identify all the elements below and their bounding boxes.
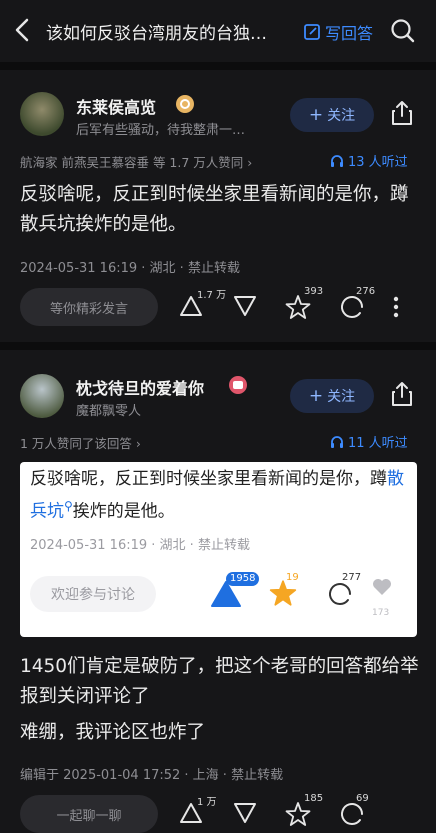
- favorite-count: 393: [304, 286, 324, 297]
- downvote-icon: [234, 296, 256, 316]
- follow-button[interactable]: + 关注: [290, 98, 374, 132]
- answer-card-1: 东莱侯高览 后军有些骚动，待我整肃一… + 关注 航海家 前燕吴王慕容垂 等 1.…: [0, 70, 436, 342]
- downvote-icon: [234, 803, 256, 823]
- comment-input[interactable]: 一起聊一聊: [20, 795, 158, 833]
- quoted-comment-icon: [326, 580, 354, 608]
- comment-button[interactable]: [338, 800, 366, 828]
- search-icon[interactable]: [390, 18, 416, 44]
- follow-label: 关注: [327, 389, 356, 405]
- comment-button[interactable]: [338, 293, 366, 321]
- avatar[interactable]: [20, 374, 64, 418]
- endorsement-text[interactable]: 1 万人赞同了该回答 ›: [20, 433, 141, 452]
- search-link-icon: ⚲: [64, 499, 73, 513]
- answer-text[interactable]: 反驳啥呢，反正到时候坐家里看新闻的是你，蹲散兵坑挨炸的是他。: [20, 180, 420, 240]
- quoted-star-count: 19: [286, 572, 299, 583]
- quoted-screenshot[interactable]: 反驳啥呢，反正到时候坐家里看新闻的是你，蹲散兵坑⚲挨炸的是他。 2024-05-…: [20, 462, 417, 637]
- comment-count: 69: [356, 793, 369, 804]
- author-bio: 后军有些骚动，待我整肃一…: [76, 123, 246, 138]
- headphones-icon: [331, 435, 343, 448]
- divider: [0, 62, 436, 70]
- quoted-upvote-count: 1958: [226, 572, 260, 586]
- headphones-icon: [331, 154, 343, 167]
- quoted-text-part2: 挨炸的是他。: [72, 501, 175, 522]
- follow-button[interactable]: + 关注: [290, 379, 374, 413]
- star-icon: [285, 295, 311, 319]
- comment-icon: [341, 296, 363, 318]
- share-icon[interactable]: [391, 100, 413, 126]
- quoted-comment-count: 277: [342, 572, 362, 583]
- quoted-meta: 2024-05-31 16:19 · 湖北 · 禁止转载: [30, 538, 250, 553]
- listen-info[interactable]: 11 人听过: [330, 432, 408, 451]
- write-answer-button[interactable]: 写回答: [303, 20, 373, 44]
- avatar[interactable]: [20, 92, 64, 136]
- downvote-button[interactable]: [232, 800, 258, 826]
- edit-icon: [304, 24, 320, 40]
- downvote-button[interactable]: [232, 293, 258, 319]
- follow-label: 关注: [327, 108, 356, 124]
- listeners-count: 11 人听过: [348, 436, 408, 451]
- answer-meta: 编辑于 2025-01-04 17:52 · 上海 · 禁止转载: [20, 768, 284, 783]
- answer-meta: 2024-05-31 16:19 · 湖北 · 禁止转载: [20, 261, 240, 276]
- answer-text-2[interactable]: 难绷，我评论区也炸了: [20, 718, 420, 748]
- back-arrow-icon[interactable]: [14, 18, 30, 42]
- question-title[interactable]: 该如何反驳台湾朋友的台独…: [46, 19, 267, 44]
- write-answer-label: 写回答: [325, 24, 374, 43]
- divider: [0, 342, 436, 350]
- share-icon[interactable]: [391, 381, 413, 407]
- star-icon: [285, 802, 311, 826]
- upvote-count: 1.7 万: [197, 290, 227, 301]
- listen-info[interactable]: 13 人听过: [330, 151, 408, 170]
- discuss-input: 欢迎参与讨论: [30, 576, 156, 612]
- quoted-text: 反驳啥呢，反正到时候坐家里看新闻的是你，蹲散兵坑⚲挨炸的是他。: [30, 466, 410, 526]
- comment-input[interactable]: 等你精彩发言: [20, 288, 158, 326]
- favorite-count: 185: [304, 793, 324, 804]
- top-bar: 该如何反驳台湾朋友的台独… 写回答: [0, 0, 436, 62]
- quoted-text-part1: 反驳啥呢，反正到时候坐家里看新闻的是你，蹲: [30, 469, 387, 489]
- more-options-icon[interactable]: [393, 296, 399, 318]
- badge-icon: [229, 376, 247, 394]
- author-name[interactable]: 枕戈待旦的爱着你: [76, 375, 204, 399]
- quoted-like-icon: [372, 578, 392, 596]
- badge-icon: [176, 95, 194, 113]
- comment-count: 276: [356, 286, 376, 297]
- author-bio: 魔都飘零人: [76, 404, 142, 419]
- author-name[interactable]: 东莱侯高览: [76, 94, 156, 118]
- favorite-button[interactable]: [284, 293, 312, 321]
- comment-icon: [341, 803, 363, 825]
- answer-text[interactable]: 1450们肯定是破防了，把这个老哥的回答都给举报到关闭评论了: [20, 652, 420, 712]
- quoted-like-count: 173: [372, 608, 390, 618]
- favorite-button[interactable]: [284, 800, 312, 828]
- listeners-count: 13 人听过: [348, 155, 408, 170]
- endorsement-text[interactable]: 航海家 前燕吴王慕容垂 等 1.7 万人赞同 ›: [20, 152, 252, 171]
- upvote-count: 1 万: [197, 797, 217, 808]
